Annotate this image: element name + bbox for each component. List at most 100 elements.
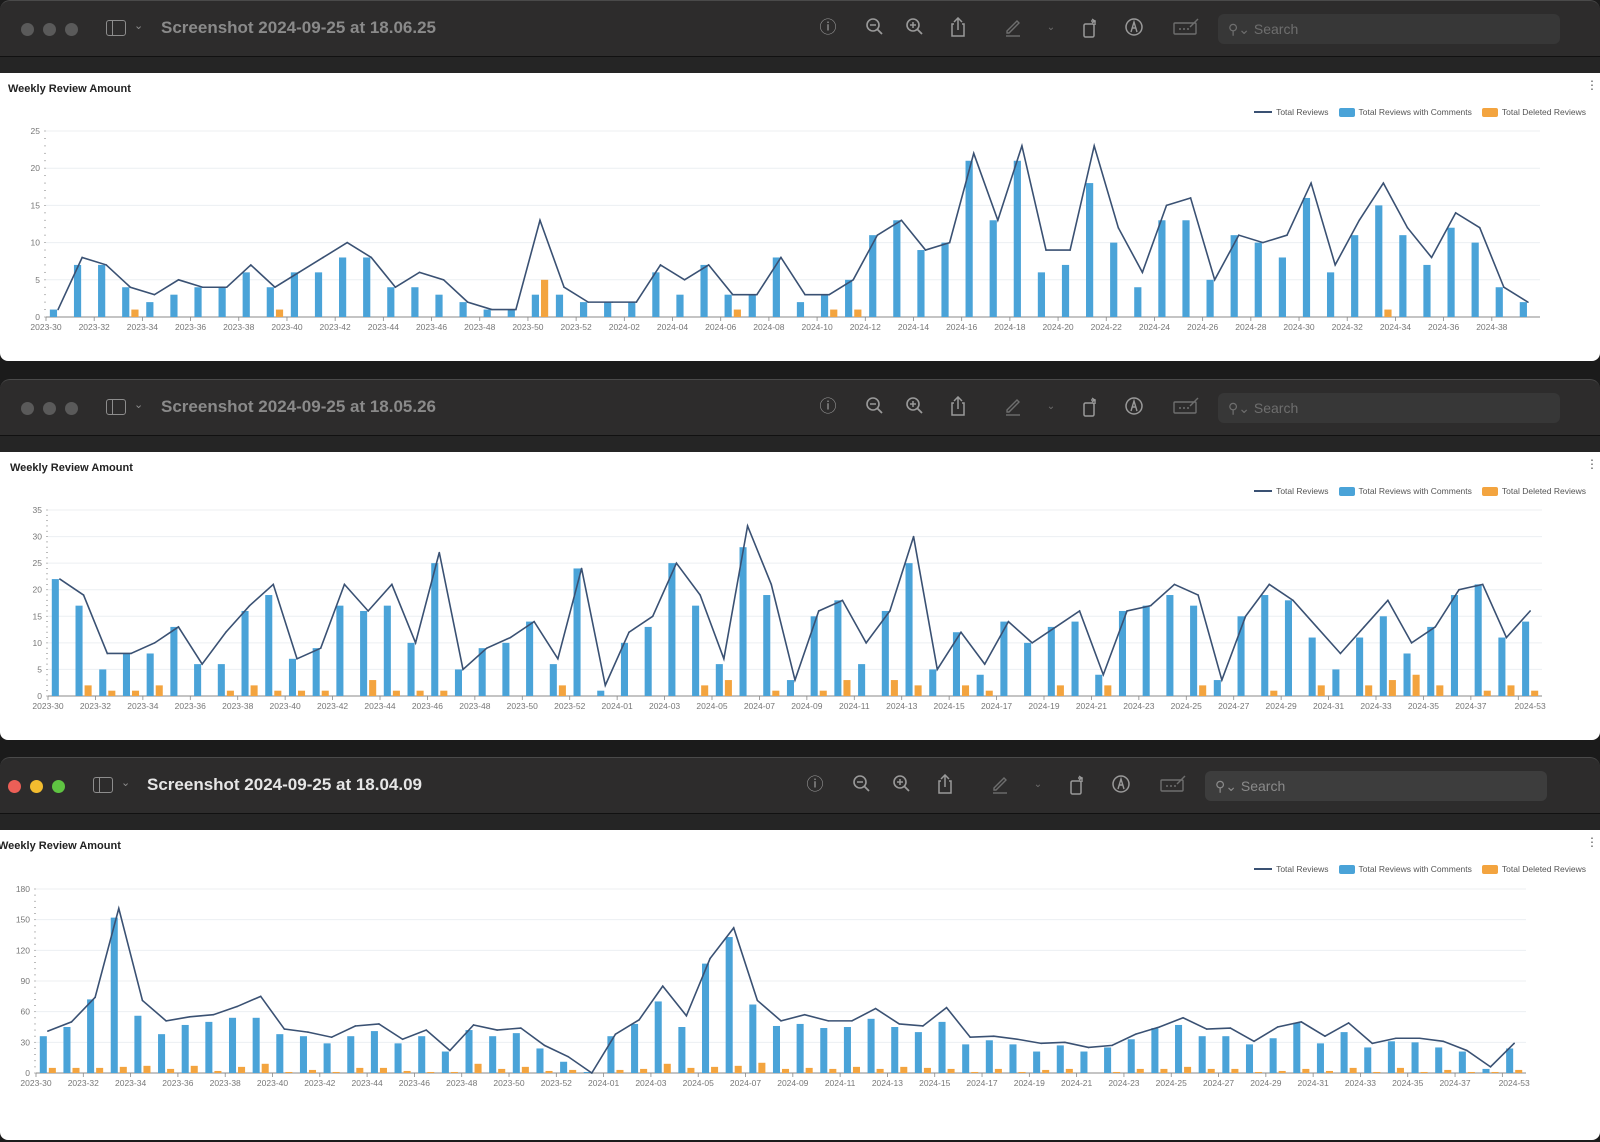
fullscreen-button[interactable] (52, 780, 65, 793)
point-total-reviews (106, 652, 109, 655)
markup-pen-icon[interactable] (989, 774, 1011, 796)
minimize-button[interactable] (43, 402, 56, 415)
bar-deleted-reviews (876, 1068, 884, 1073)
x-tick-label: 2023-44 (364, 701, 395, 711)
bar-reviews-with-comments (122, 287, 130, 317)
markup-menu-chevron-icon[interactable]: ⌄ (1040, 17, 1062, 39)
point-total-reviews (685, 1014, 688, 1017)
chart-panel: Weekly Review Amount ⋮ Total Reviews Tot… (0, 452, 1600, 740)
share-icon[interactable] (947, 395, 969, 418)
fullscreen-button[interactable] (65, 23, 78, 36)
markup-menu-chevron-icon[interactable]: ⌄ (1027, 774, 1049, 796)
bar-reviews-with-comments (749, 1004, 757, 1073)
zoom-out-icon[interactable] (864, 396, 886, 418)
bar-deleted-reviews (1065, 1068, 1073, 1073)
share-icon[interactable] (947, 16, 969, 39)
share-icon[interactable] (934, 773, 956, 796)
zoom-in-icon[interactable] (891, 774, 913, 796)
search-input[interactable]: ⚲⌄ Search (1218, 14, 1560, 44)
x-tick-label: 2023-50 (493, 1078, 524, 1088)
x-tick-label: 2024-03 (635, 1078, 666, 1088)
chevron-down-icon[interactable]: ⌄ (134, 398, 143, 411)
point-total-reviews (699, 594, 701, 596)
window-titlebar[interactable]: ⌄ Screenshot 2024-09-25 at 18.05.26 ⓘ ⌄ … (0, 379, 1600, 436)
info-icon[interactable]: ⓘ (804, 774, 826, 796)
point-total-reviews (1102, 673, 1105, 676)
window-titlebar[interactable]: ⌄ Screenshot 2024-09-25 at 18.06.25 ⓘ ⌄ … (0, 0, 1600, 57)
zoom-out-icon[interactable] (851, 774, 873, 796)
bar-reviews-with-comments (905, 563, 913, 696)
bar-reviews-with-comments (941, 242, 949, 317)
bar-reviews-with-comments (170, 294, 178, 317)
x-tick-label: 2024-29 (1250, 1078, 1281, 1088)
bar-reviews-with-comments (347, 1036, 355, 1073)
bar-deleted-reviews (48, 1067, 56, 1073)
bar-reviews-with-comments (363, 257, 371, 317)
point-total-reviews (804, 293, 806, 296)
point-total-reviews (889, 610, 891, 612)
bar-reviews-with-comments (843, 1027, 851, 1073)
point-total-reviews (1292, 599, 1294, 602)
info-icon[interactable]: ⓘ (817, 396, 839, 418)
bar-reviews-with-comments (786, 680, 794, 696)
chevron-down-icon[interactable]: ⌄ (121, 776, 130, 789)
bar-deleted-reviews (1365, 685, 1373, 696)
y-tick-label: 30 (21, 1037, 31, 1047)
bar-reviews-with-comments (1110, 242, 1118, 317)
close-button[interactable] (21, 402, 34, 415)
bar-reviews-with-comments (512, 1033, 520, 1073)
bar-deleted-reviews (852, 1066, 860, 1073)
sidebar-toggle-icon[interactable] (106, 399, 126, 415)
zoom-out-icon[interactable] (864, 17, 886, 39)
sidebar-toggle-icon[interactable] (106, 20, 126, 36)
close-button[interactable] (8, 780, 21, 793)
x-tick-label: 2023-30 (20, 1078, 51, 1088)
chevron-down-icon[interactable]: ⌄ (134, 19, 143, 32)
sidebar-toggle-icon[interactable] (93, 777, 113, 793)
y-tick-label: 35 (33, 505, 43, 515)
bar-reviews-with-comments (1506, 1048, 1514, 1073)
minimize-button[interactable] (43, 23, 56, 36)
zoom-in-icon[interactable] (904, 17, 926, 39)
search-input[interactable]: ⚲⌄ Search (1205, 771, 1547, 801)
markup-pen-icon[interactable] (1002, 396, 1024, 418)
rotate-icon[interactable] (1080, 396, 1102, 418)
bar-reviews-with-comments (1245, 1044, 1254, 1073)
point-total-reviews (983, 663, 986, 665)
window-controls (21, 402, 78, 415)
bar-reviews-with-comments (692, 605, 700, 696)
point-total-reviews (1229, 1027, 1232, 1029)
point-total-reviews (1358, 219, 1361, 222)
signature-icon[interactable] (1159, 774, 1187, 796)
markup-menu-chevron-icon[interactable]: ⌄ (1040, 396, 1062, 418)
x-tick-label: 2024-04 (657, 322, 688, 332)
point-total-reviews (1481, 583, 1484, 586)
point-total-reviews (1503, 286, 1505, 289)
window-titlebar[interactable]: ⌄ Screenshot 2024-09-25 at 18.04.09 ⓘ ⌄ … (0, 757, 1600, 814)
fullscreen-button[interactable] (65, 402, 78, 415)
point-total-reviews (490, 308, 493, 311)
rotate-icon[interactable] (1080, 17, 1102, 39)
markup-pen-icon[interactable] (1002, 17, 1024, 39)
point-total-reviews (1078, 610, 1081, 612)
zoom-in-icon[interactable] (904, 396, 926, 418)
bar-reviews-with-comments (122, 653, 130, 696)
preview-window-1: ⌄ Screenshot 2024-09-25 at 18.06.25 ⓘ ⌄ … (0, 0, 1600, 362)
point-total-reviews (590, 1072, 593, 1074)
point-total-reviews (153, 293, 156, 296)
minimize-button[interactable] (30, 780, 43, 793)
point-total-reviews (1315, 626, 1318, 628)
close-button[interactable] (21, 23, 34, 36)
bar-reviews-with-comments (1127, 1039, 1135, 1073)
annotate-icon[interactable] (1110, 774, 1132, 796)
signature-icon[interactable] (1172, 17, 1200, 39)
point-total-reviews (117, 907, 120, 910)
bar-deleted-reviews (1384, 309, 1392, 317)
annotate-icon[interactable] (1123, 396, 1145, 418)
rotate-icon[interactable] (1067, 774, 1089, 796)
signature-icon[interactable] (1172, 396, 1200, 418)
info-icon[interactable]: ⓘ (817, 17, 839, 39)
annotate-icon[interactable] (1123, 17, 1145, 39)
search-input[interactable]: ⚲⌄ Search (1218, 393, 1560, 423)
bar-deleted-reviews (214, 1070, 222, 1073)
